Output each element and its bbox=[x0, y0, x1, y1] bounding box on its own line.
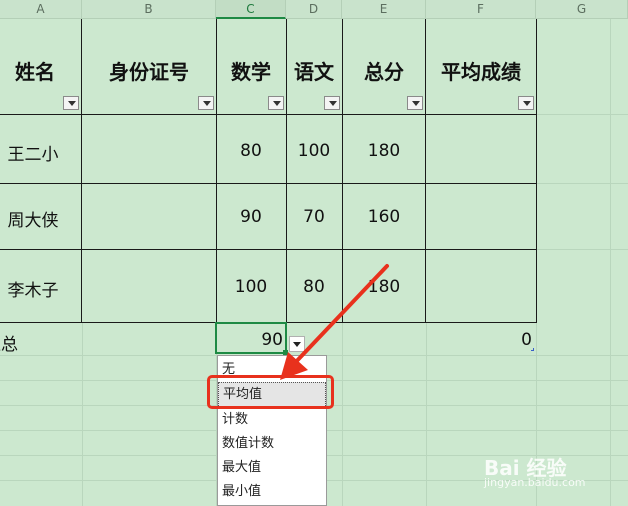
watermark-url: jingyan.baidu.com bbox=[484, 476, 586, 489]
annotation-arrow-icon bbox=[280, 264, 389, 380]
